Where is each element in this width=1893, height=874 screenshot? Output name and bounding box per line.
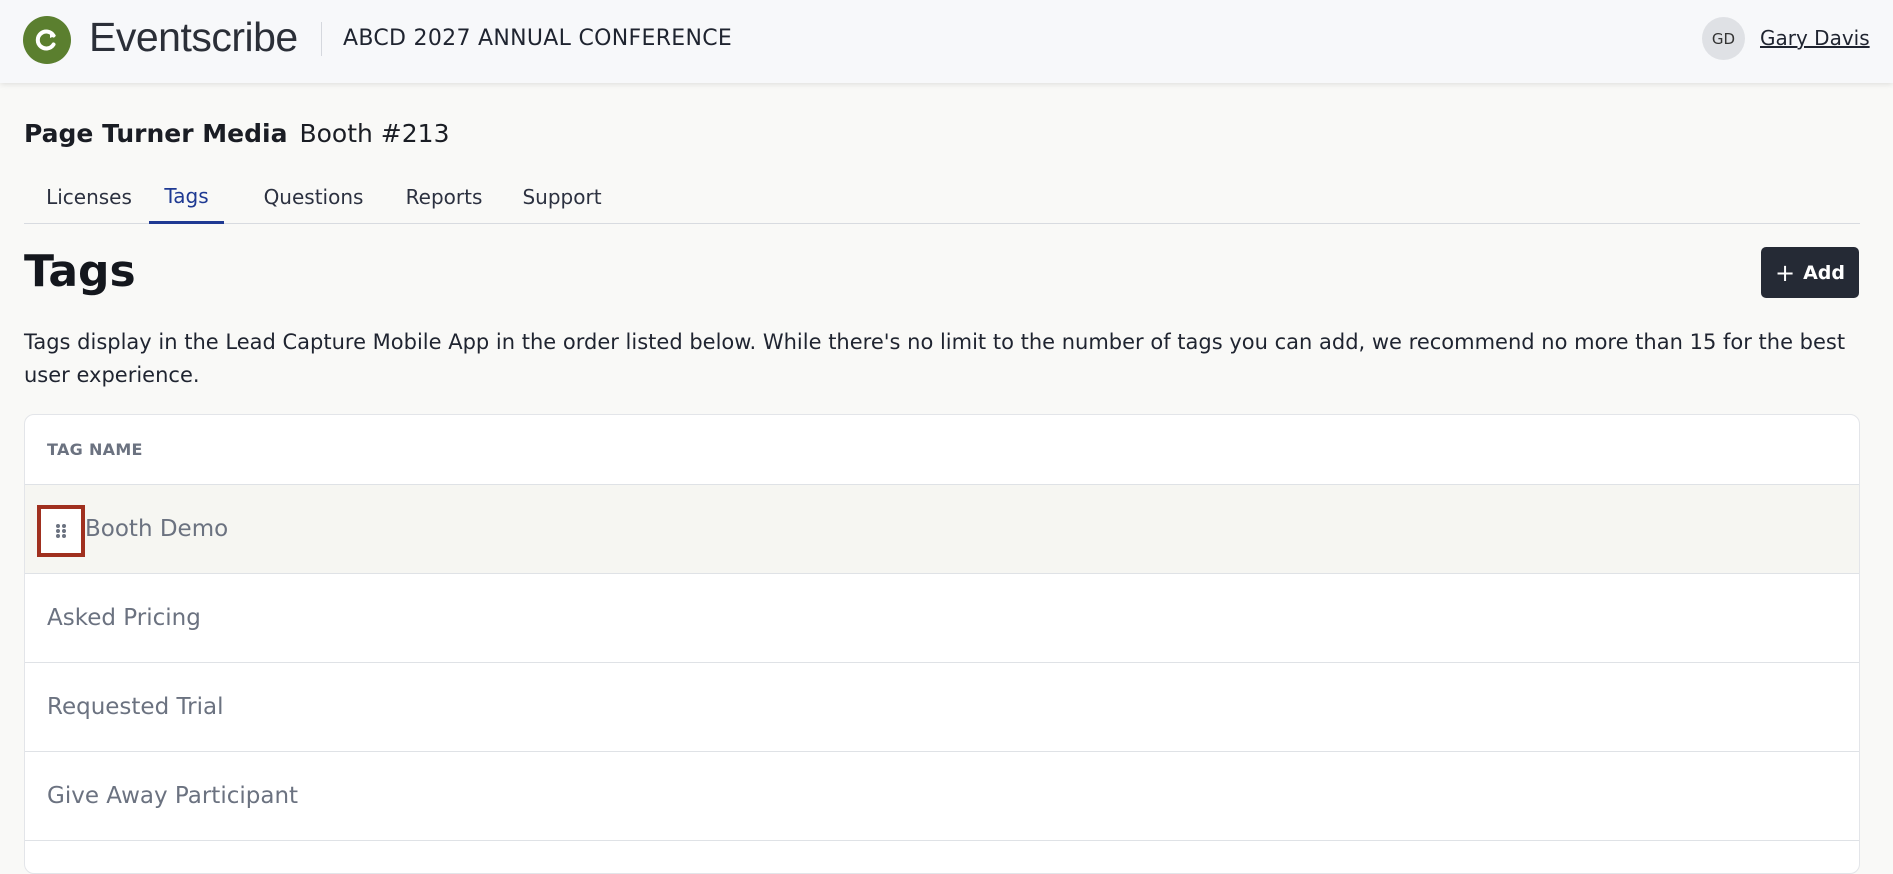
tag-name: Requested Trial bbox=[47, 694, 224, 720]
app-name[interactable]: Eventscribe bbox=[89, 14, 298, 61]
tab-reports[interactable]: Reports bbox=[397, 170, 491, 224]
tags-description: Tags display in the Lead Capture Mobile … bbox=[24, 330, 1846, 387]
table-row[interactable]: Asked Pricing bbox=[25, 574, 1859, 663]
table-row[interactable]: Booth Demo bbox=[25, 485, 1859, 574]
tag-name: Asked Pricing bbox=[47, 605, 201, 631]
table-row[interactable]: Requested Trial bbox=[25, 663, 1859, 752]
booth-number: Booth #213 bbox=[299, 119, 450, 148]
user-name-link[interactable]: Gary Davis bbox=[1760, 26, 1870, 50]
tag-name: Booth Demo bbox=[85, 516, 229, 542]
add-tag-button[interactable]: + Add bbox=[1761, 247, 1859, 298]
tags-table: TAG NAME Booth Demo Asked Pricing Reques… bbox=[24, 414, 1860, 874]
add-button-label: Add bbox=[1803, 261, 1845, 284]
eventscribe-logo-icon[interactable] bbox=[23, 16, 71, 64]
tab-questions[interactable]: Questions bbox=[256, 170, 371, 224]
drag-handle-icon[interactable] bbox=[37, 505, 85, 557]
tab-bar: Licenses Tags Questions Reports Support bbox=[24, 170, 1860, 224]
page-title: Tags bbox=[24, 246, 136, 297]
column-header-tag-name[interactable]: TAG NAME bbox=[25, 415, 1859, 485]
company-name: Page Turner Media bbox=[24, 119, 288, 148]
plus-icon: + bbox=[1774, 258, 1796, 287]
header-divider bbox=[321, 22, 322, 56]
event-name: ABCD 2027 ANNUAL CONFERENCE bbox=[343, 26, 733, 51]
avatar[interactable]: GD bbox=[1702, 17, 1745, 60]
tab-support[interactable]: Support bbox=[515, 170, 609, 224]
top-header: Eventscribe ABCD 2027 ANNUAL CONFERENCE … bbox=[0, 0, 1893, 83]
company-heading: Page Turner Media Booth #213 bbox=[24, 119, 449, 148]
table-row[interactable]: Give Away Participant bbox=[25, 752, 1859, 841]
tab-licenses[interactable]: Licenses bbox=[24, 170, 154, 224]
tag-name: Give Away Participant bbox=[47, 783, 299, 809]
tab-tags[interactable]: Tags bbox=[149, 170, 224, 224]
